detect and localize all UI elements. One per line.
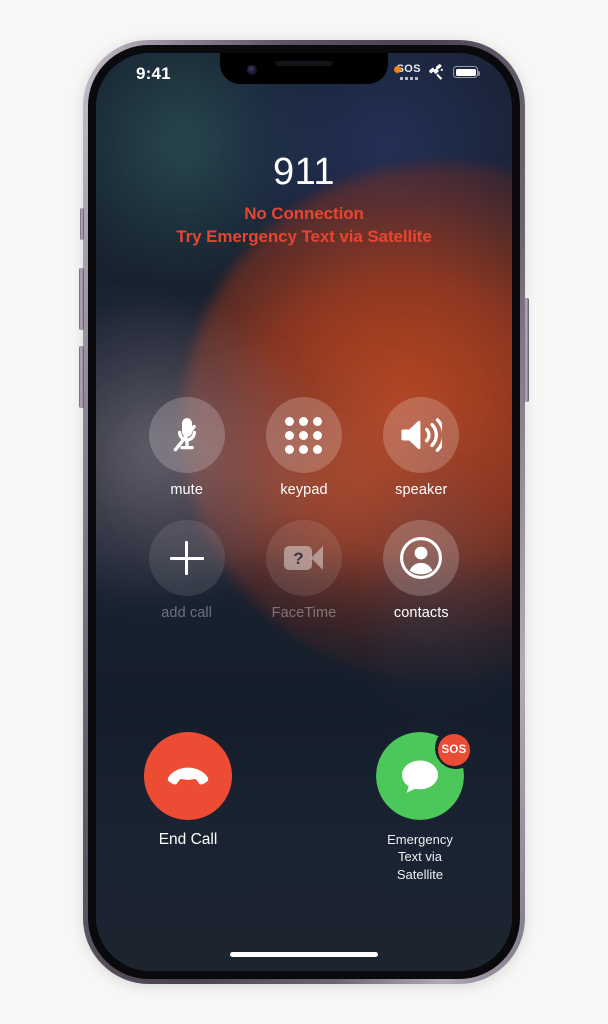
call-actions: End Call SOS Emergency Text via Satellit… bbox=[96, 731, 512, 883]
control-facetime: ? FaceTime bbox=[245, 520, 362, 621]
end-call-label: End Call bbox=[158, 830, 218, 848]
satellite-label-line-1: Emergency bbox=[387, 831, 453, 847]
action-end-call[interactable]: End Call bbox=[128, 731, 248, 849]
facetime-label: FaceTime bbox=[271, 605, 337, 621]
speaker-waves-icon bbox=[401, 418, 443, 452]
control-keypad[interactable]: keypad bbox=[245, 397, 362, 498]
facetime-video-unavailable-icon: ? bbox=[284, 546, 324, 570]
control-add-call: add call bbox=[128, 520, 245, 621]
iphone-device-frame: 9:41 SOS 911 No Connection Try Emergency… bbox=[79, 40, 529, 984]
mute-label: mute bbox=[170, 482, 203, 498]
call-status-secondary: Try Emergency Text via Satellite bbox=[176, 226, 432, 246]
control-contacts[interactable]: contacts bbox=[363, 520, 480, 621]
status-icons: SOS bbox=[394, 64, 480, 80]
call-header: 911 No Connection Try Emergency Text via… bbox=[96, 151, 512, 248]
control-mute[interactable]: mute bbox=[128, 397, 245, 498]
plus-icon bbox=[169, 541, 204, 575]
speaker-label: speaker bbox=[395, 482, 448, 498]
keypad-grid-icon bbox=[285, 416, 323, 454]
facetime-button: ? bbox=[265, 520, 342, 596]
earpiece-speaker bbox=[275, 61, 333, 66]
speaker-button[interactable] bbox=[383, 397, 460, 473]
sos-badge: SOS bbox=[438, 733, 470, 766]
mute-button[interactable] bbox=[148, 397, 225, 473]
message-bubble-icon bbox=[402, 760, 438, 793]
status-time: 9:41 bbox=[136, 64, 171, 83]
phone-down-icon bbox=[167, 767, 209, 785]
call-status-primary: No Connection bbox=[244, 203, 364, 223]
satellite-text-label: Emergency Text via Satellite bbox=[387, 831, 453, 883]
screenshot-canvas: 9:41 SOS 911 No Connection Try Emergency… bbox=[0, 0, 608, 1024]
callee-number: 911 bbox=[272, 151, 336, 193]
phone-screen: 9:41 SOS 911 No Connection Try Emergency… bbox=[96, 53, 512, 971]
signal-dots-icon bbox=[399, 77, 418, 80]
volume-up-button[interactable] bbox=[79, 268, 84, 330]
satellite-icon bbox=[428, 64, 443, 80]
device-bezel: 9:41 SOS 911 No Connection Try Emergency… bbox=[88, 45, 520, 979]
action-satellite-text[interactable]: SOS Emergency Text via Satellite bbox=[360, 731, 480, 883]
add-call-button bbox=[148, 520, 225, 596]
microphone-privacy-indicator-icon bbox=[394, 66, 401, 73]
volume-down-button[interactable] bbox=[79, 346, 84, 408]
add-call-label: add call bbox=[161, 605, 213, 621]
battery-icon bbox=[453, 66, 480, 78]
microphone-slash-icon bbox=[173, 418, 196, 452]
contact-person-icon bbox=[400, 537, 443, 579]
call-controls-grid: mute keypad speaker add call ? FaceTime … bbox=[96, 397, 512, 621]
satellite-label-line-2: Text via bbox=[397, 849, 443, 865]
keypad-button[interactable] bbox=[265, 397, 342, 473]
silent-switch-button[interactable] bbox=[80, 208, 84, 240]
contacts-label: contacts bbox=[393, 605, 449, 621]
control-speaker[interactable]: speaker bbox=[363, 397, 480, 498]
end-call-button[interactable] bbox=[144, 731, 232, 820]
home-indicator[interactable] bbox=[230, 952, 378, 957]
keypad-label: keypad bbox=[280, 482, 328, 498]
satellite-label-line-3: Satellite bbox=[396, 866, 444, 882]
device-notch bbox=[220, 53, 388, 84]
front-camera-icon bbox=[247, 65, 257, 75]
side-power-button[interactable] bbox=[524, 298, 529, 402]
contacts-button[interactable] bbox=[383, 520, 460, 596]
